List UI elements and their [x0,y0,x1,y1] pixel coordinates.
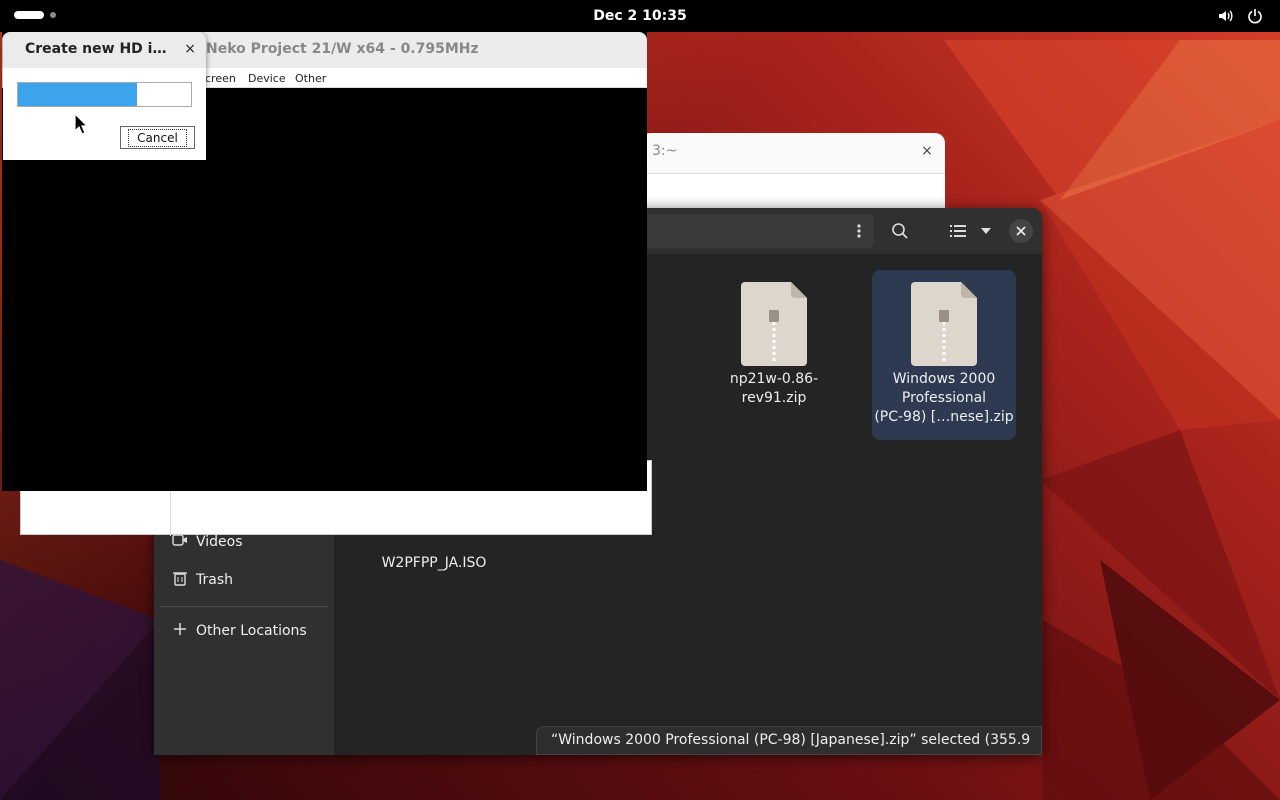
sidebar-item-label: Other Locations [196,623,307,639]
close-icon[interactable] [1009,219,1033,243]
dialog-title: Create new HD i… [25,41,167,57]
activities-button[interactable] [14,11,56,19]
search-icon[interactable] [885,216,915,246]
sidebar-item-trash[interactable]: Trash [172,570,233,590]
terminal-title: 3:~ [652,143,678,159]
file-item-windows-2000-zip[interactable]: Windows 2000 Professional (PC-98) […nese… [872,270,1016,440]
list-view-icon[interactable] [943,216,973,246]
trash-icon [172,570,188,590]
file-label-line: (PC-98) […nese].zip [874,409,1014,425]
menu-item-other[interactable]: Other [295,72,326,85]
cancel-button-label: Cancel [128,128,187,147]
file-item-np21w[interactable]: np21w-0.86- rev91.zip [702,270,846,408]
terminal-window[interactable]: 3:~ × [640,133,945,209]
sidebar-item-label: Videos [196,534,243,550]
cancel-button[interactable]: Cancel [120,126,195,149]
terminal-body[interactable] [640,173,945,209]
menu-item-device[interactable]: Device [248,72,286,85]
zip-file-icon [911,282,977,366]
file-label-line: Windows 2000 [892,371,996,387]
clock[interactable]: Dec 2 10:35 [593,8,686,24]
file-label-line: np21w-0.86- [729,371,819,387]
menu-icon[interactable] [844,216,874,246]
video-icon [172,532,188,552]
dialog-titlebar[interactable]: Create new HD i… × [3,32,206,68]
sidebar-separator [160,606,328,607]
chevron-down-icon[interactable] [971,216,1001,246]
sidebar-item-videos[interactable]: Videos [172,532,243,552]
emulator-title: Neko Project 21/W x64 - 0.795MHz [206,41,479,57]
mouse-cursor-icon [74,112,89,139]
create-hd-image-dialog[interactable]: Create new HD i… × Cancel [3,32,206,160]
menu-item-screen[interactable]: creen [205,72,236,85]
progress-fill [18,83,138,106]
dialog-close-button[interactable]: × [184,41,196,57]
file-label-line: rev91.zip [741,390,807,406]
status-bar: “Windows 2000 Professional (PC-98) [Japa… [536,726,1042,755]
progress-bar [17,82,192,107]
system-tray[interactable] [1216,6,1264,26]
top-bar: Dec 2 10:35 [0,0,1280,32]
zip-file-icon [741,282,807,366]
file-label[interactable]: W2PFPP_JA.ISO [380,555,488,571]
plus-icon [172,621,188,641]
volume-icon[interactable] [1216,6,1234,26]
divider [170,491,171,536]
file-label-line: Professional [901,390,987,406]
workspace-indicator-active [14,11,44,19]
sidebar-item-label: Trash [196,572,233,588]
sidebar-item-other-locations[interactable]: Other Locations [172,621,307,641]
terminal-close-button[interactable]: × [917,141,937,161]
workspace-indicator [50,12,56,18]
power-icon[interactable] [1246,6,1264,26]
dialog-body: Cancel [3,68,206,160]
